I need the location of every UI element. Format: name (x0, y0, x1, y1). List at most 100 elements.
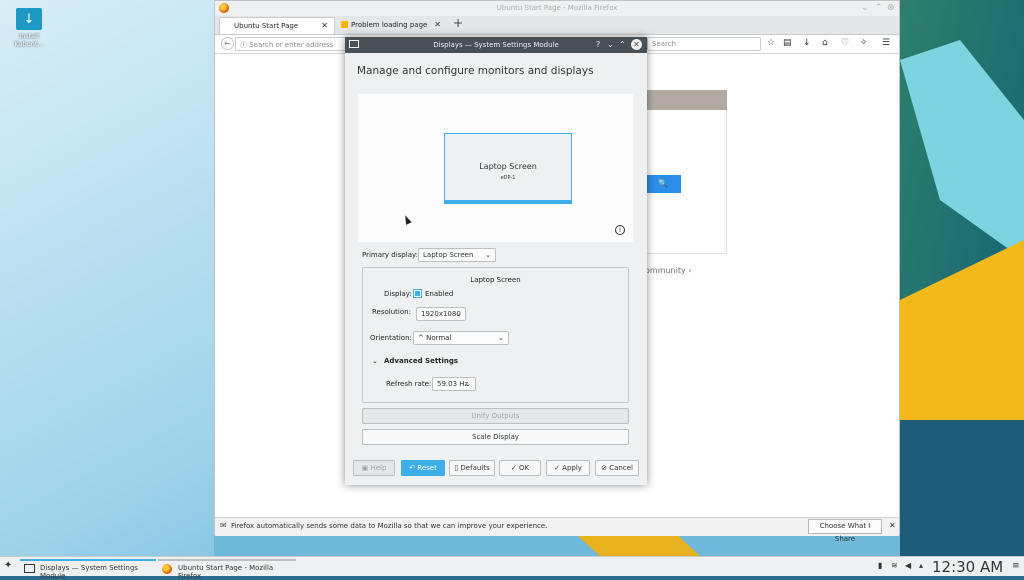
firefox-logo-icon (162, 564, 172, 574)
close-icon[interactable]: ⊗ (887, 3, 895, 13)
refresh-rate-label: Refresh rate: (386, 380, 432, 388)
tab-close-icon[interactable]: ✕ (321, 21, 328, 30)
bookmark-star-icon[interactable]: ☆ (767, 38, 775, 48)
warning-icon (341, 21, 348, 28)
page-title: Manage and configure monitors and displa… (357, 65, 594, 77)
resolution-label: Resolution: (372, 308, 411, 316)
help-button[interactable]: ▣ Help (353, 460, 395, 476)
community-link[interactable]: ommunity › (645, 266, 691, 275)
library-icon[interactable]: ▤ (783, 38, 792, 48)
cancel-button[interactable]: ⊘ Cancel (595, 460, 639, 476)
notification-bar: ✉ Firefox automatically sends some data … (215, 517, 899, 543)
task-firefox[interactable]: Ubuntu Start Page - Mozilla Firefox (158, 559, 296, 580)
download-icon[interactable]: ↓ (803, 38, 811, 48)
chevron-down-icon: ⌄ (455, 310, 461, 318)
maximize-icon[interactable]: ⌃ (875, 3, 883, 13)
dialog-titlebar: Displays — System Settings Module ? ⌄ ⌃ … (345, 37, 647, 53)
download-icon: ↓ (16, 8, 42, 30)
task-label: Ubuntu Start Page - Mozilla Firefox (178, 564, 274, 580)
close-icon[interactable]: ✕ (631, 39, 642, 50)
monitor-name: Laptop Screen (479, 162, 537, 171)
tab-problem-loading[interactable]: Problem loading page ✕ (337, 17, 447, 34)
clock[interactable]: 12:30 AM (932, 558, 1003, 576)
cancel-button-label: Cancel (609, 464, 633, 472)
chat-bubble-icon: ✉ (220, 521, 227, 530)
monitor-icon (24, 564, 35, 573)
help-question-icon[interactable]: ? (596, 40, 600, 49)
primary-display-value: Laptop Screen (423, 251, 474, 259)
display-label: Display: (384, 290, 412, 298)
orientation-select[interactable]: ^ Normal ⌄ (413, 331, 509, 345)
chevron-down-icon: ⌄ (485, 251, 491, 259)
panel-menu-icon[interactable]: ≡ (1012, 561, 1020, 571)
unify-outputs-button[interactable]: Unify Outputs (362, 408, 629, 424)
output-settings-group: Laptop Screen Display: Enabled Resolutio… (362, 267, 629, 403)
defaults-button-label: Defaults (460, 464, 490, 472)
group-title: Laptop Screen (470, 276, 521, 284)
firefox-window-title: Ubuntu Start Page - Mozilla Firefox (496, 4, 618, 12)
refresh-rate-select[interactable]: 59.03 Hz ⌄ (432, 377, 476, 391)
displays-dialog: Displays — System Settings Module ? ⌄ ⌃ … (345, 37, 647, 485)
close-icon[interactable]: ✕ (889, 521, 896, 530)
back-arrow-icon[interactable]: ← (221, 37, 234, 50)
task-displays[interactable]: Displays — System Settings Module (20, 559, 156, 580)
primary-display-select[interactable]: Laptop Screen ⌄ (418, 248, 496, 262)
checkmark-icon: ✓ (510, 464, 519, 472)
choose-what-i-share-button[interactable]: Choose What I Share (808, 519, 882, 543)
monitor-output: eDP-1 (500, 175, 516, 181)
apply-button[interactable]: ✓ Apply (546, 460, 590, 476)
tab-strip: Ubuntu Start Page ✕ Problem loading page… (215, 16, 899, 35)
extension-icon[interactable]: ✧ (860, 38, 868, 48)
orientation-arrow-icon: ^ (418, 334, 427, 342)
apply-button-label: Apply (562, 464, 582, 472)
reset-button-label: Reset (417, 464, 437, 472)
page-search-button[interactable]: 🔍 (645, 175, 681, 193)
desktop-icon-install[interactable]: ↓ Install Kubunt... (10, 8, 48, 48)
wifi-icon[interactable]: ≋ (891, 561, 898, 570)
orientation-label: Orientation: (370, 334, 412, 342)
reset-button[interactable]: ↶ Reset (401, 460, 445, 476)
cancel-circle-icon: ⊘ (601, 464, 610, 472)
monitor-layout-area[interactable]: Laptop Screen eDP-1 i (358, 94, 633, 242)
chevron-down-icon[interactable]: ⌄ (372, 357, 378, 365)
advanced-settings-toggle[interactable]: Advanced Settings (384, 357, 458, 365)
menu-hamburger-icon[interactable]: ☰ (882, 38, 890, 48)
minimize-icon[interactable]: ⌄ (607, 40, 614, 49)
mouse-cursor-icon (402, 214, 412, 225)
battery-icon[interactable]: ▮ (878, 561, 882, 570)
monitor-laptop-screen[interactable]: Laptop Screen eDP-1 (444, 133, 572, 204)
search-bar[interactable]: Search (647, 37, 761, 51)
taskbar: ✦ Displays — System Settings Module Ubun… (0, 556, 1024, 580)
checkmark-icon: ✓ (554, 464, 563, 472)
new-tab-icon[interactable]: + (453, 16, 463, 30)
help-button-label: Help (370, 464, 387, 472)
resolution-select[interactable]: 1920x1080 ⌄ (416, 307, 466, 321)
info-circle-icon: ⓘ (240, 41, 250, 49)
ok-button[interactable]: ✓ OK (499, 460, 541, 476)
maximize-icon[interactable]: ⌃ (619, 40, 626, 49)
task-label: Displays — System Settings Module (40, 564, 138, 580)
tab-close-icon[interactable]: ✕ (434, 20, 441, 29)
primary-display-label: Primary display: (362, 251, 418, 259)
firefox-titlebar: Ubuntu Start Page - Mozilla Firefox ⌄ ⌃ … (215, 1, 899, 16)
checkbox-check (415, 291, 420, 296)
tray-expand-icon[interactable]: ▴ (919, 561, 923, 570)
orientation-value: Normal (426, 334, 452, 342)
pocket-icon[interactable]: ♡ (841, 38, 849, 48)
desktop-icon-label: Install Kubunt... (14, 32, 44, 48)
chevron-down-icon: ⌄ (465, 380, 471, 388)
defaults-button[interactable]: ▯ Defaults (449, 460, 495, 476)
home-icon[interactable]: ⌂ (822, 38, 828, 48)
volume-icon[interactable]: ◀ (905, 561, 911, 570)
tab-label: Ubuntu Start Page (234, 22, 299, 30)
enabled-label[interactable]: Enabled (425, 290, 453, 298)
tab-ubuntu-start-page[interactable]: Ubuntu Start Page ✕ (219, 17, 335, 34)
minimize-icon[interactable]: ⌄ (861, 3, 869, 13)
info-icon[interactable]: i (615, 225, 625, 235)
scale-display-button[interactable]: Scale Display (362, 429, 629, 445)
monitor-selection-bar (445, 200, 571, 204)
enabled-checkbox[interactable] (413, 289, 422, 298)
ok-button-label: OK (518, 464, 530, 472)
application-launcher-icon[interactable]: ✦ (4, 560, 12, 571)
search-icon: 🔍 (658, 179, 668, 188)
